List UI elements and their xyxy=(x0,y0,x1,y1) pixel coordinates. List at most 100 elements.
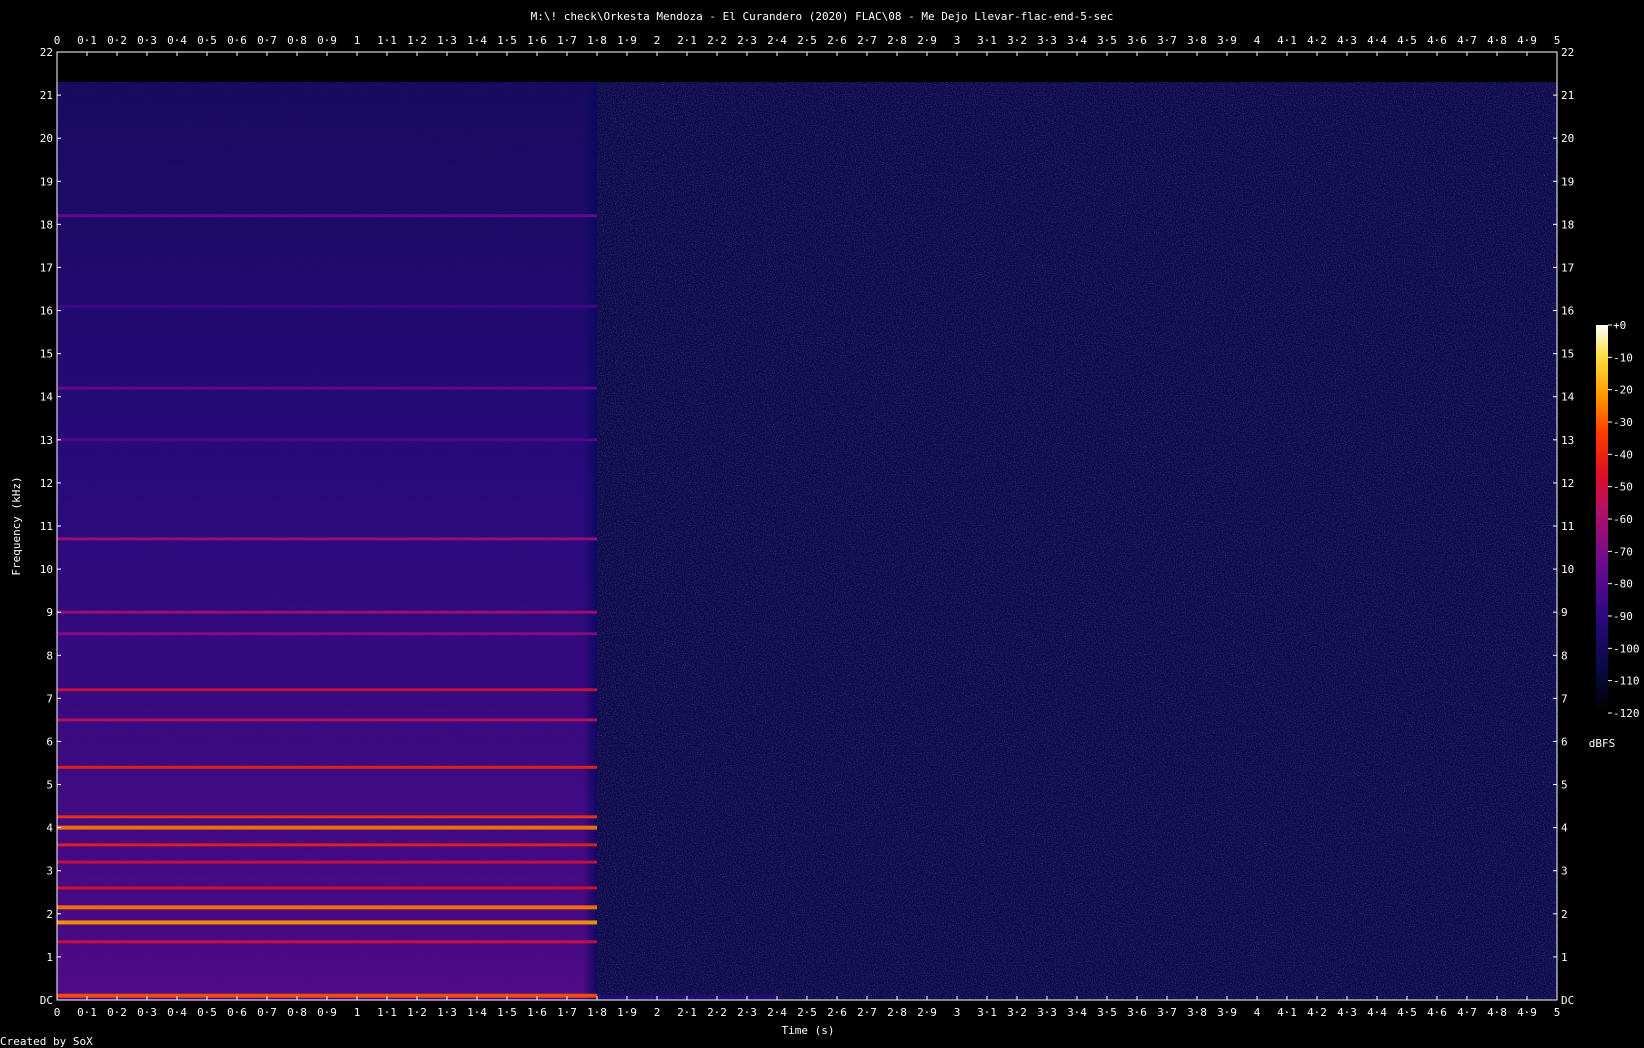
x-tick-label-top: 1·3 xyxy=(437,34,457,47)
signal-energy-band xyxy=(57,582,597,605)
harmonic-band xyxy=(57,438,597,442)
y-tick-label-right: 20 xyxy=(1561,132,1574,145)
y-tick-label-right: 17 xyxy=(1561,261,1574,274)
signal-energy-band xyxy=(57,290,597,313)
x-tick-label-bottom: 3·2 xyxy=(1007,1006,1027,1019)
x-tick-label-bottom: 3 xyxy=(954,1006,961,1019)
signal-energy-band xyxy=(57,603,597,626)
harmonic-band xyxy=(57,765,597,769)
x-tick-label-top: 1 xyxy=(354,34,361,47)
x-tick-label-bottom: 2 xyxy=(654,1006,661,1019)
x-tick-label-bottom: 4·6 xyxy=(1427,1006,1447,1019)
x-tick-label-top: 2·8 xyxy=(887,34,907,47)
y-tick-label-right: 10 xyxy=(1561,563,1574,576)
y-tick-label-right: 9 xyxy=(1561,606,1568,619)
signal-energy-band xyxy=(57,228,597,250)
x-tick-label-top: 3·4 xyxy=(1067,34,1087,47)
x-tick-label-bottom: 1·3 xyxy=(437,1006,457,1019)
x-tick-label-bottom: 2·6 xyxy=(827,1006,847,1019)
x-tick-label-bottom: 4·3 xyxy=(1337,1006,1357,1019)
y-tick-label-right: DC xyxy=(1561,994,1574,1007)
x-tick-label-bottom: 3·8 xyxy=(1187,1006,1207,1019)
y-tick-label-left: 3 xyxy=(46,865,53,878)
x-tick-label-top: 1·9 xyxy=(617,34,637,47)
harmonic-band xyxy=(57,825,597,830)
x-tick-label-bottom: 2·9 xyxy=(917,1006,937,1019)
colorbar-tick-label: +0 xyxy=(1613,319,1626,332)
signal-energy-band xyxy=(57,874,597,897)
signal-energy-band xyxy=(57,395,597,417)
x-tick-label-top: 4·7 xyxy=(1457,34,1477,47)
y-tick-label-right: 5 xyxy=(1561,779,1568,792)
signal-energy-band xyxy=(57,103,597,125)
x-tick-label-top: 0·6 xyxy=(227,34,247,47)
y-tick-label-right: 7 xyxy=(1561,692,1568,705)
x-tick-label-bottom: 3·7 xyxy=(1157,1006,1177,1019)
x-tick-label-bottom: 2·8 xyxy=(887,1006,907,1019)
signal-energy-band xyxy=(57,791,597,813)
plot-area xyxy=(56,51,1558,1001)
signal-energy-band xyxy=(57,457,597,480)
y-tick-label-left: 15 xyxy=(40,348,53,361)
colorbar-ticks: +0 -10 -20 -30 -40 -50 -60 -70 -80 -90 -100 -110 -12… xyxy=(1608,319,1640,720)
x-tick-label-top: 2·4 xyxy=(767,34,787,47)
colorbar-tick-label: -100 xyxy=(1613,642,1640,655)
x-tick-label-bottom: 2·1 xyxy=(677,1006,697,1019)
x-tick-label-bottom: 4·4 xyxy=(1367,1006,1387,1019)
colorbar-tick-label: -70 xyxy=(1613,545,1633,558)
y-tick-label-left: DC xyxy=(40,994,53,1007)
x-tick-label-top: 2 xyxy=(654,34,661,47)
x-tick-label-top: 0·4 xyxy=(167,34,187,47)
colorbar-tick-label: -110 xyxy=(1613,675,1640,688)
x-tick-label-bottom: 1·9 xyxy=(617,1006,637,1019)
colorbar-tick-label: -30 xyxy=(1613,416,1633,429)
x-tick-label-top: 4 xyxy=(1254,34,1261,47)
x-tick-label-top: 0·9 xyxy=(317,34,337,47)
x-tick-label-bottom: 2·4 xyxy=(767,1006,787,1019)
x-tick-label-top: 0·5 xyxy=(197,34,217,47)
y-tick-label-right: 1 xyxy=(1561,951,1568,964)
x-tick-label-top: 4·3 xyxy=(1337,34,1357,47)
x-tick-label-bottom: 1·8 xyxy=(587,1006,607,1019)
y-tick-label-left: 5 xyxy=(46,779,53,792)
x-tick-label-top: 2·2 xyxy=(707,34,727,47)
signal-energy-band xyxy=(57,499,597,521)
x-tick-label-top: 4·2 xyxy=(1307,34,1327,47)
x-tick-label-bottom: 4·1 xyxy=(1277,1006,1297,1019)
signal-energy-band xyxy=(57,561,597,584)
x-tick-label-bottom: 3·9 xyxy=(1217,1006,1237,1019)
x-tick-label-bottom: 1·6 xyxy=(527,1006,547,1019)
harmonic-band xyxy=(57,843,597,847)
x-tick-label-top: 0·2 xyxy=(107,34,127,47)
signal-energy-band xyxy=(57,770,597,792)
footer-credit: Created by SoX xyxy=(0,1035,93,1048)
x-tick-label-bottom: 3·5 xyxy=(1097,1006,1117,1019)
x-tick-label-top: 1·6 xyxy=(527,34,547,47)
signal-energy-band xyxy=(57,374,597,396)
signal-energy-band xyxy=(57,541,597,563)
y-tick-label-right: 21 xyxy=(1561,89,1574,102)
x-tick-label-top: 4·6 xyxy=(1427,34,1447,47)
signal-energy-band xyxy=(57,186,597,208)
signal-energy-band xyxy=(57,958,597,980)
x-tick-label-bottom: 4·2 xyxy=(1307,1006,1327,1019)
x-tick-label-bottom: 2·2 xyxy=(707,1006,727,1019)
x-tick-label-top: 0 xyxy=(54,34,61,47)
y-tick-label-left: 7 xyxy=(46,692,53,705)
y-tick-label-left: 4 xyxy=(46,822,53,835)
signal-energy-band xyxy=(57,666,597,688)
x-tick-label-bottom: 0·7 xyxy=(257,1006,277,1019)
harmonic-band xyxy=(57,537,597,541)
colorbar-tick-label: -80 xyxy=(1613,578,1633,591)
signal-energy-band xyxy=(57,269,597,292)
x-tick-label-top: 2·1 xyxy=(677,34,697,47)
colorbar-tick-label: -20 xyxy=(1613,384,1633,397)
y-axis-label: Frequency (kHz) xyxy=(10,476,23,575)
signal-region xyxy=(57,82,597,1001)
signal-energy-band xyxy=(57,415,597,438)
colorbar-tick-label: -90 xyxy=(1613,610,1633,623)
harmonic-band xyxy=(57,214,597,218)
harmonic-band xyxy=(57,386,597,390)
y-tick-label-left: 22 xyxy=(40,46,53,59)
signal-energy-band xyxy=(57,645,597,667)
